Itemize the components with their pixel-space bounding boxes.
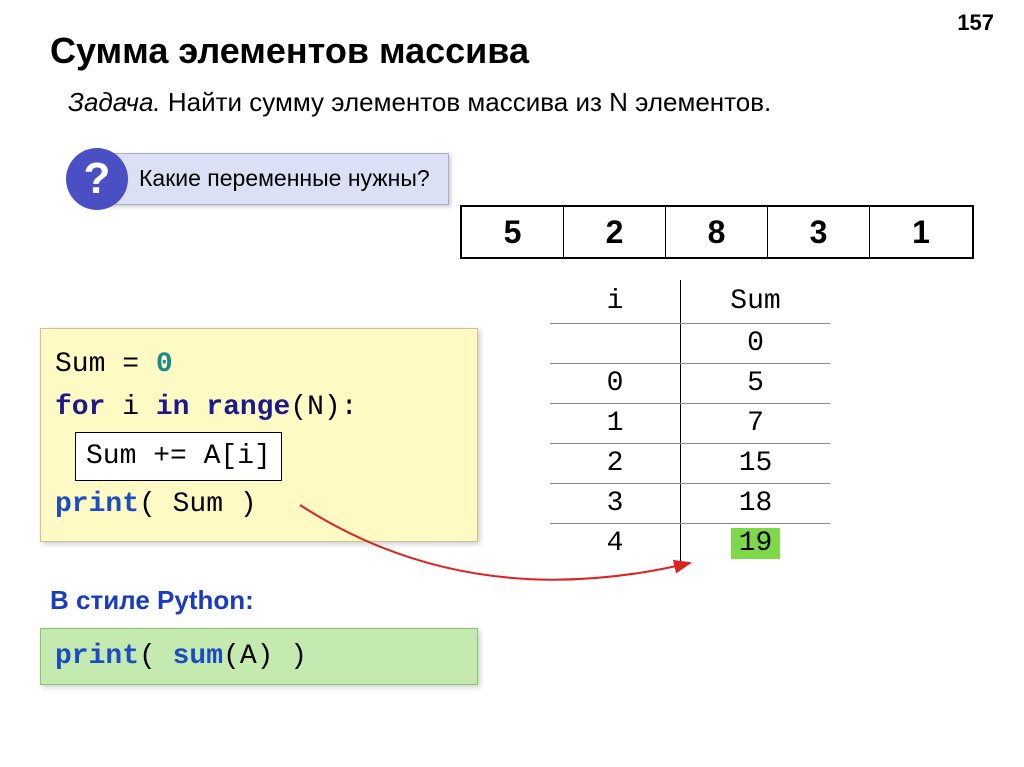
trace-row: 1 7	[550, 403, 830, 443]
trace-i: 0	[550, 364, 680, 403]
trace-header-i: i	[550, 280, 680, 323]
array-cell: 1	[870, 207, 972, 257]
question-text: Какие переменные нужны?	[108, 153, 449, 205]
trace-i: 3	[550, 484, 680, 523]
trace-sum: 0	[680, 324, 830, 363]
page-number: 157	[957, 10, 994, 36]
trace-sum: 7	[680, 404, 830, 443]
python-code-block: print( sum(A) )	[40, 628, 478, 685]
trace-table: i Sum 0 0 5 1 7 2 15 3 18 4 19	[550, 280, 830, 563]
trace-sum-final: 19	[731, 528, 781, 559]
trace-sum: 18	[680, 484, 830, 523]
trace-row: 4 19	[550, 523, 830, 563]
slide-title: Сумма элементов массива	[50, 30, 974, 72]
question-callout: ? Какие переменные нужны?	[66, 148, 449, 210]
code-highlight-box: Sum += A[i]	[75, 432, 282, 481]
trace-sum: 5	[680, 364, 830, 403]
trace-row: 0 5	[550, 363, 830, 403]
trace-i: 1	[550, 404, 680, 443]
array-display: 5 2 8 3 1	[460, 205, 974, 259]
trace-i: 4	[550, 524, 680, 563]
task-text: Задача. Найти сумму элементов массива из…	[68, 84, 974, 120]
task-label: Задача.	[68, 87, 161, 117]
trace-sum: 15	[680, 444, 830, 483]
array-cell: 3	[768, 207, 870, 257]
array-cell: 5	[462, 207, 564, 257]
python-style-label: В стиле Python:	[50, 585, 254, 616]
trace-header: i Sum	[550, 280, 830, 323]
trace-i	[550, 324, 680, 363]
trace-sum: 19	[680, 524, 830, 563]
trace-i: 2	[550, 444, 680, 483]
code-block: Sum = 0 for i in range(N): Sum += A[i] p…	[40, 328, 478, 542]
trace-row: 3 18	[550, 483, 830, 523]
array-cell: 8	[666, 207, 768, 257]
array-cell: 2	[564, 207, 666, 257]
trace-row: 0	[550, 323, 830, 363]
trace-header-sum: Sum	[680, 280, 830, 323]
trace-row: 2 15	[550, 443, 830, 483]
question-mark-icon: ?	[66, 148, 128, 210]
